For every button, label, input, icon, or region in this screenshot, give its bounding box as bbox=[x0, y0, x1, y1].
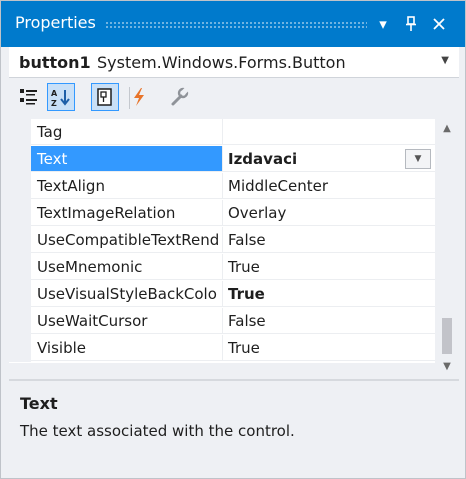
row-gutter bbox=[9, 254, 31, 281]
title-bar[interactable]: Properties ▾ bbox=[1, 1, 465, 47]
property-row[interactable]: Text Izdavaci ▼ bbox=[9, 146, 435, 173]
description-splitter[interactable] bbox=[9, 379, 459, 381]
events-lightning-icon[interactable] bbox=[125, 83, 153, 111]
description-text: The text associated with the control. bbox=[20, 422, 295, 440]
alphabetical-icon[interactable]: A Z bbox=[47, 83, 75, 111]
row-gutter bbox=[9, 308, 31, 335]
row-gutter bbox=[9, 200, 31, 227]
property-grid: Tag Text Izdavaci ▼ TextAlign MiddleCenter Tex… bbox=[9, 119, 435, 363]
window-menu-dropdown-icon[interactable]: ▾ bbox=[373, 13, 393, 35]
window-title: Properties bbox=[15, 13, 96, 32]
scroll-down-icon[interactable]: ▼ bbox=[439, 361, 455, 375]
row-gutter bbox=[9, 146, 31, 173]
property-value[interactable] bbox=[223, 119, 435, 145]
property-value[interactable]: True bbox=[223, 254, 435, 280]
scroll-up-icon[interactable]: ▲ bbox=[439, 123, 455, 137]
property-value[interactable]: Overlay bbox=[223, 200, 435, 226]
property-name[interactable]: Text bbox=[31, 146, 223, 172]
property-value[interactable]: False bbox=[223, 227, 435, 253]
property-row[interactable]: Tag bbox=[9, 119, 435, 146]
close-icon[interactable] bbox=[429, 13, 449, 35]
object-selector-chevron-icon[interactable]: ▼ bbox=[441, 55, 449, 66]
row-gutter bbox=[9, 119, 31, 146]
property-row[interactable]: UseCompatibleTextRend False bbox=[9, 227, 435, 254]
row-gutter bbox=[9, 281, 31, 308]
description-panel: Text The text associated with the contro… bbox=[9, 383, 459, 475]
property-name[interactable]: UseVisualStyleBackColo bbox=[31, 281, 223, 307]
property-row[interactable]: UseMnemonic True bbox=[9, 254, 435, 281]
row-gutter bbox=[9, 335, 31, 362]
property-value[interactable]: MiddleCenter bbox=[223, 173, 435, 199]
object-name: button1 bbox=[19, 53, 91, 72]
row-gutter bbox=[9, 227, 31, 254]
value-dropdown-chevron-icon[interactable]: ▼ bbox=[405, 149, 431, 169]
vertical-scrollbar[interactable]: ▲ ▼ bbox=[435, 119, 459, 377]
object-type: System.Windows.Forms.Button bbox=[97, 53, 346, 72]
property-name[interactable]: UseCompatibleTextRend bbox=[31, 227, 223, 253]
drag-grip[interactable] bbox=[105, 21, 367, 29]
properties-icon[interactable] bbox=[91, 83, 119, 111]
property-value[interactable]: Izdavaci bbox=[223, 146, 435, 172]
property-name[interactable]: TextAlign bbox=[31, 173, 223, 199]
property-name[interactable]: TextImageRelation bbox=[31, 200, 223, 226]
svg-text:A: A bbox=[51, 89, 58, 98]
object-selector[interactable]: button1 System.Windows.Forms.Button ▼ bbox=[9, 47, 459, 78]
property-row[interactable]: UseWaitCursor False bbox=[9, 308, 435, 335]
property-name[interactable]: Visible bbox=[31, 335, 223, 361]
property-name[interactable]: UseWaitCursor bbox=[31, 308, 223, 334]
scroll-thumb[interactable] bbox=[442, 318, 452, 354]
properties-window: Properties ▾ button1 System.Windows.Form… bbox=[0, 0, 466, 479]
property-pages-wrench-icon[interactable] bbox=[165, 83, 193, 111]
pin-icon[interactable] bbox=[401, 13, 421, 35]
property-value[interactable]: False bbox=[223, 308, 435, 334]
categorized-icon[interactable] bbox=[15, 83, 43, 111]
property-row[interactable]: TextAlign MiddleCenter bbox=[9, 173, 435, 200]
svg-text:Z: Z bbox=[51, 99, 57, 107]
property-value[interactable]: True bbox=[223, 281, 435, 307]
property-value[interactable]: True bbox=[223, 335, 435, 361]
property-row[interactable]: Visible True bbox=[9, 335, 435, 362]
description-title: Text bbox=[20, 394, 58, 413]
properties-toolbar: A Z bbox=[9, 79, 459, 117]
property-row[interactable]: TextImageRelation Overlay bbox=[9, 200, 435, 227]
row-gutter bbox=[9, 173, 31, 200]
property-name[interactable]: UseMnemonic bbox=[31, 254, 223, 280]
property-row[interactable]: UseVisualStyleBackColo True bbox=[9, 281, 435, 308]
property-name[interactable]: Tag bbox=[31, 119, 223, 145]
